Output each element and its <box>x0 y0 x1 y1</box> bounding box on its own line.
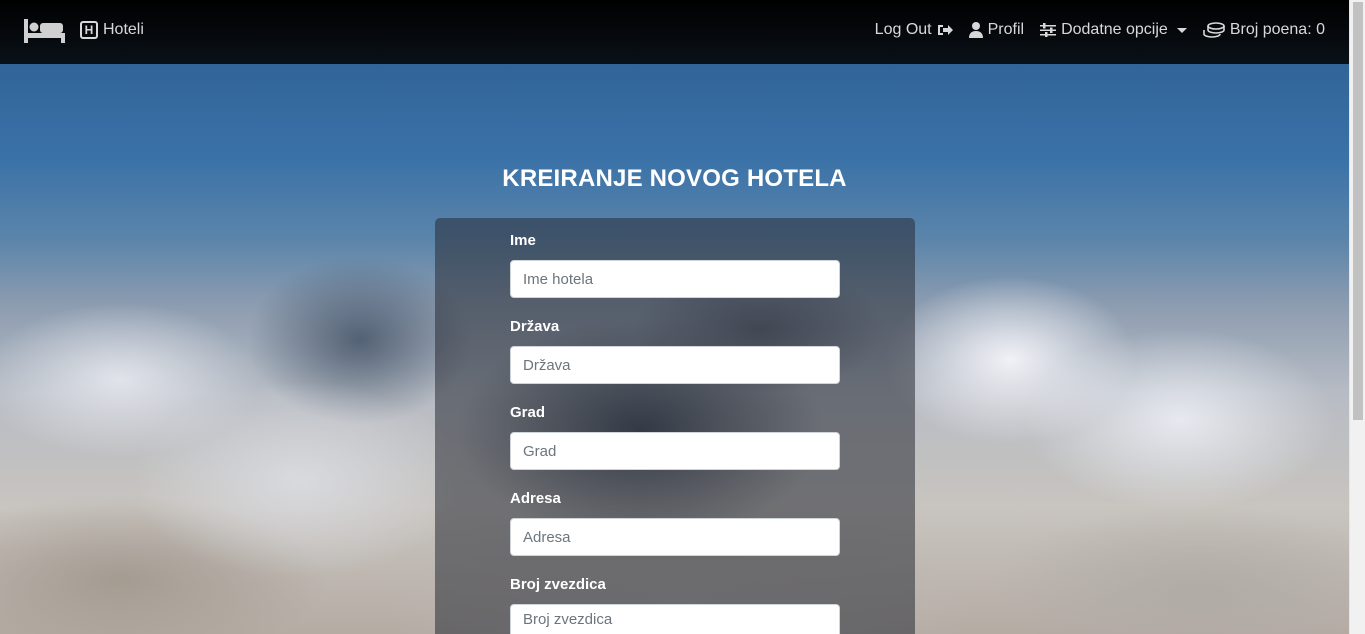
nav-hotels-label: Hoteli <box>103 21 144 38</box>
address-label: Adresa <box>510 490 561 507</box>
logout-link[interactable]: Log Out <box>875 21 953 39</box>
user-icon <box>968 22 983 38</box>
profile-link[interactable]: Profil <box>968 21 1025 39</box>
stars-label: Broj zvezdica <box>510 576 606 593</box>
country-label: Država <box>510 318 560 335</box>
bed-icon[interactable] <box>24 19 65 43</box>
options-label: Dodatne opcije <box>1061 21 1168 38</box>
city-label: Grad <box>510 404 546 421</box>
navbar: H Hoteli Log Out Profil Dodatne opcije B… <box>0 0 1349 64</box>
hotel-h-icon: H <box>80 21 98 39</box>
vertical-scrollbar[interactable] <box>1349 0 1365 634</box>
nav-hotels-link[interactable]: H Hoteli <box>80 21 144 39</box>
city-input[interactable] <box>510 432 840 470</box>
points-link[interactable]: Broj poena: 0 <box>1203 21 1325 39</box>
address-input[interactable] <box>510 518 840 556</box>
options-dropdown[interactable]: Dodatne opcije <box>1040 21 1187 39</box>
scrollbar-thumb[interactable] <box>1353 2 1363 420</box>
country-input[interactable] <box>510 346 840 384</box>
sign-out-icon <box>937 25 953 35</box>
profile-label: Profil <box>987 21 1025 38</box>
hotel-name-input[interactable] <box>510 260 840 298</box>
logout-label: Log Out <box>874 21 932 38</box>
name-label: Ime <box>510 232 536 249</box>
stars-input[interactable] <box>510 604 840 634</box>
nav-right-group: Log Out Profil Dodatne opcije Broj poena… <box>875 21 1325 39</box>
sliders-icon <box>1040 23 1057 37</box>
page-title: KREIRANJE NOVOG HOTELA <box>502 165 847 192</box>
coins-icon <box>1203 22 1225 38</box>
chevron-down-icon <box>1176 27 1187 33</box>
points-label: Broj poena: 0 <box>1229 21 1325 38</box>
